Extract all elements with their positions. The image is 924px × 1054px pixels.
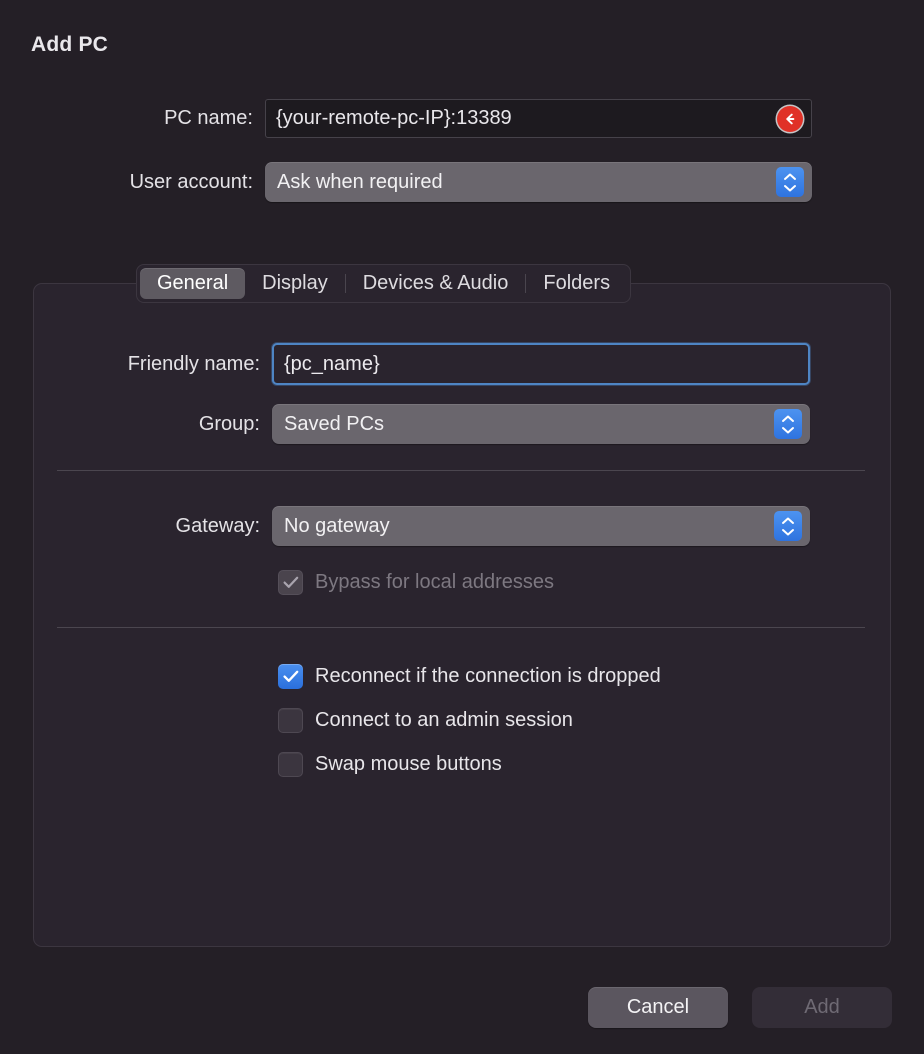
admin-session-checkbox[interactable] xyxy=(278,708,303,733)
add-button: Add xyxy=(752,987,892,1028)
friendly-name-input[interactable]: {pc_name} xyxy=(272,343,810,385)
up-down-chevron-icon[interactable] xyxy=(774,409,802,439)
group-label: Group: xyxy=(198,412,260,435)
swap-mouse-label: Swap mouse buttons xyxy=(315,753,502,775)
bypass-local-addresses-row: Bypass for local addresses xyxy=(278,570,554,595)
swap-mouse-checkbox[interactable] xyxy=(278,752,303,777)
reconnect-checkbox[interactable] xyxy=(278,664,303,689)
cancel-button[interactable]: Cancel xyxy=(588,987,728,1028)
tab-general[interactable]: General xyxy=(140,268,246,299)
gateway-select[interactable]: No gateway xyxy=(272,506,810,546)
tab-devices-audio[interactable]: Devices & Audio xyxy=(346,268,526,299)
friendly-name-label: Friendly name: xyxy=(127,352,260,375)
gateway-label: Gateway: xyxy=(175,514,260,537)
tab-general-label: General xyxy=(157,272,229,294)
pc-name-row: PC name: {your-remote-pc-IP}:13389 xyxy=(0,99,812,138)
pc-name-label: PC name: xyxy=(164,107,253,129)
tab-bar: General Display Devices & Audio Folders xyxy=(136,264,632,303)
friendly-name-value: {pc_name} xyxy=(284,352,380,375)
page-title: Add PC xyxy=(31,33,109,56)
group-row: Group: Saved PCs xyxy=(0,404,810,444)
pc-name-input[interactable]: {your-remote-pc-IP}:13389 xyxy=(265,99,812,138)
gateway-value: No gateway xyxy=(284,514,390,537)
user-account-select[interactable]: Ask when required xyxy=(265,162,812,202)
tab-display[interactable]: Display xyxy=(245,268,345,299)
divider-bottom xyxy=(57,627,865,628)
tab-display-label: Display xyxy=(262,272,328,294)
user-account-row: User account: Ask when required xyxy=(0,162,812,202)
admin-session-label: Connect to an admin session xyxy=(315,709,573,731)
user-account-label: User account: xyxy=(129,170,253,193)
swap-mouse-option-row[interactable]: Swap mouse buttons xyxy=(278,752,502,777)
pc-name-value: {your-remote-pc-IP}:13389 xyxy=(276,107,512,129)
up-down-chevron-icon[interactable] xyxy=(774,511,802,541)
admin-session-option-row[interactable]: Connect to an admin session xyxy=(278,708,573,733)
tab-devices-audio-label: Devices & Audio xyxy=(362,272,509,294)
bypass-local-addresses-checkbox xyxy=(278,570,303,595)
gateway-row: Gateway: No gateway xyxy=(0,506,810,546)
up-down-chevron-icon[interactable] xyxy=(776,167,804,197)
reconnect-option-row[interactable]: Reconnect if the connection is dropped xyxy=(278,664,661,689)
reconnect-label: Reconnect if the connection is dropped xyxy=(315,665,661,687)
group-value: Saved PCs xyxy=(284,412,385,435)
back-arrow-circle-icon[interactable] xyxy=(777,105,803,132)
user-account-value: Ask when required xyxy=(277,170,443,193)
divider-top xyxy=(57,470,865,471)
tab-folders-label: Folders xyxy=(543,272,611,294)
tab-folders[interactable]: Folders xyxy=(526,268,627,299)
group-select[interactable]: Saved PCs xyxy=(272,404,810,444)
friendly-name-row: Friendly name: {pc_name} xyxy=(0,343,810,385)
bypass-local-addresses-label: Bypass for local addresses xyxy=(315,571,555,593)
